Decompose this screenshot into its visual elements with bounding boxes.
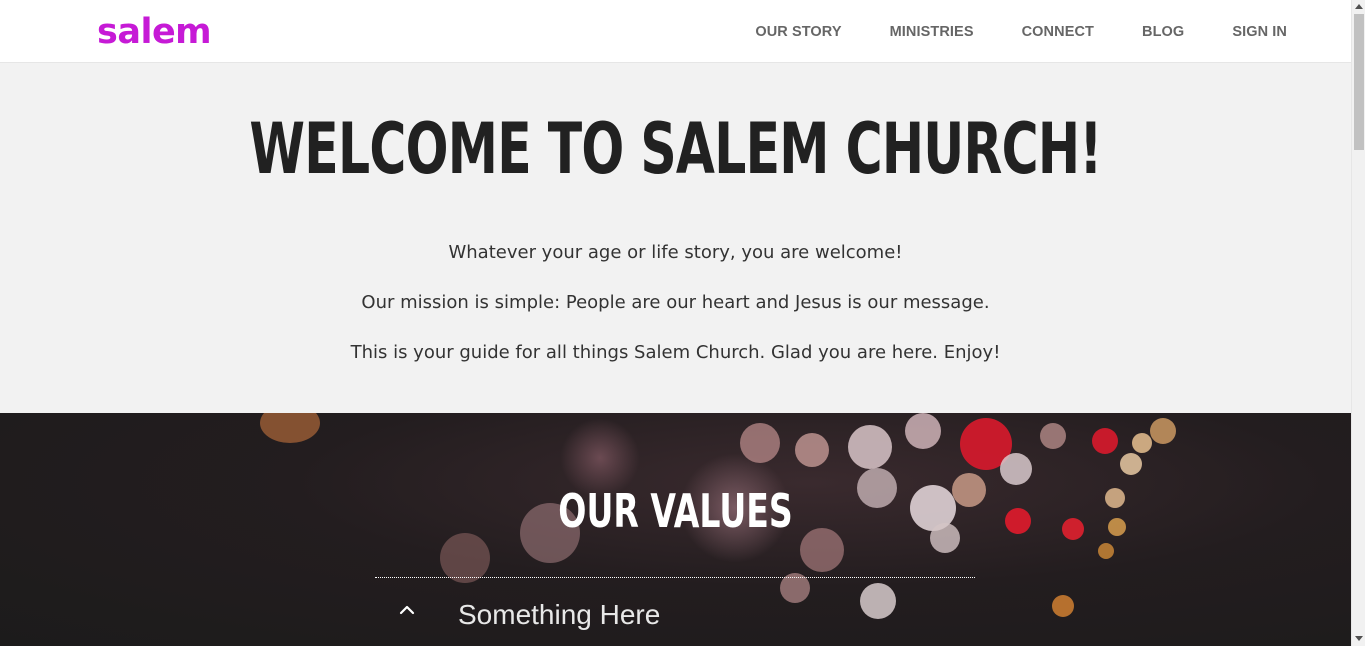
welcome-title: WELCOME TO SALEM CHURCH! [249, 108, 1102, 190]
values-section: OUR VALUES Something Here [0, 413, 1351, 646]
values-accordion: Something Here [375, 577, 975, 646]
welcome-line: Whatever your age or life story, you are… [448, 242, 903, 263]
scroll-up-arrow-icon[interactable] [1355, 4, 1363, 9]
mission-line: Our mission is simple: People are our he… [361, 292, 990, 313]
accordion-item-label: Something Here [458, 599, 661, 630]
site-logo[interactable]: salem [97, 10, 212, 54]
nav-sign-in[interactable]: SIGN IN [1232, 24, 1287, 40]
nav-our-story[interactable]: OUR STORY [755, 24, 841, 40]
welcome-section: WELCOME TO SALEM CHURCH! Whatever your a… [0, 63, 1351, 413]
page: salem OUR STORY MINISTRIES CONNECT BLOG … [0, 0, 1351, 646]
main-nav: OUR STORY MINISTRIES CONNECT BLOG SIGN I… [755, 0, 1287, 63]
nav-connect[interactable]: CONNECT [1022, 24, 1094, 40]
nav-ministries[interactable]: MINISTRIES [890, 24, 974, 40]
page-scrollbar[interactable] [1351, 0, 1365, 646]
site-header: salem OUR STORY MINISTRIES CONNECT BLOG … [0, 0, 1351, 63]
values-title: OUR VALUES [558, 484, 793, 538]
scroll-down-arrow-icon[interactable] [1355, 636, 1363, 641]
nav-blog[interactable]: BLOG [1142, 24, 1184, 40]
scroll-thumb[interactable] [1354, 14, 1364, 150]
guide-line: This is your guide for all things Salem … [350, 342, 1001, 363]
chevron-up-icon[interactable] [399, 602, 415, 618]
accordion-item[interactable]: Something Here [375, 578, 975, 646]
